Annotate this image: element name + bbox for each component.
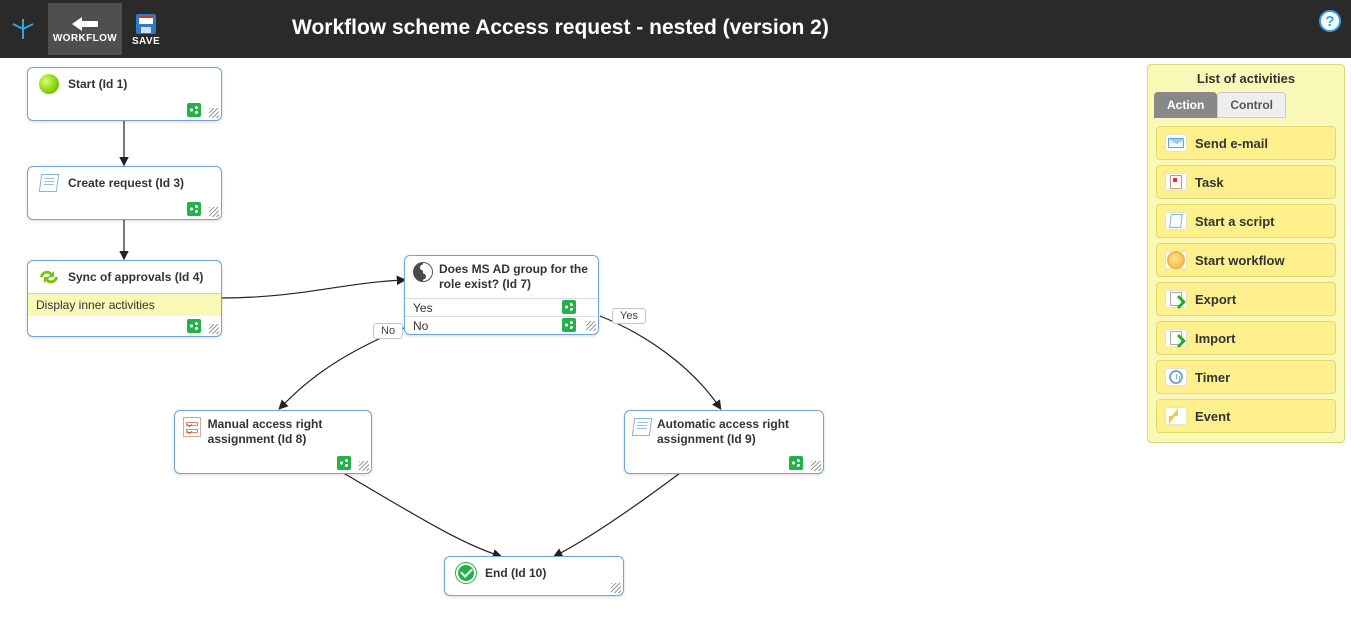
node-start-title: Start (Id 1) — [68, 77, 127, 91]
activities-sidebar: List of activities Action Control Send e… — [1147, 64, 1345, 443]
sync-icon — [36, 267, 62, 287]
activity-send-email[interactable]: Send e-mail — [1156, 126, 1336, 160]
sidebar-item-label: Import — [1195, 331, 1235, 346]
branch-yes-label: Yes — [413, 301, 433, 315]
script-icon — [1165, 212, 1187, 230]
resize-handle[interactable] — [209, 324, 219, 334]
branch-no-label: No — [413, 319, 428, 333]
share-icon[interactable] — [562, 318, 576, 332]
save-button-label: SAVE — [132, 36, 160, 47]
import-icon — [1165, 329, 1187, 347]
node-manual-access[interactable]: Manual access right assignment (Id 8) — [174, 410, 372, 474]
sidebar-item-label: Event — [1195, 409, 1230, 424]
activity-import[interactable]: Import — [1156, 321, 1336, 355]
workflow-button-label: WORKFLOW — [53, 33, 117, 44]
activity-event[interactable]: Event — [1156, 399, 1336, 433]
export-icon — [1165, 290, 1187, 308]
node-start[interactable]: Start (Id 1) — [27, 67, 222, 121]
node-auto-title: Automatic access right assignment (Id 9) — [657, 417, 815, 447]
script-icon — [633, 417, 651, 437]
node-ad-group-title: Does MS AD group for the role exist? (Id… — [439, 262, 590, 292]
activity-task[interactable]: Task — [1156, 165, 1336, 199]
branch-no-row[interactable]: No — [405, 316, 598, 334]
help-button[interactable]: ? — [1319, 10, 1341, 32]
start-icon — [36, 74, 62, 94]
node-sync-title: Sync of approvals (Id 4) — [68, 270, 203, 284]
checklist-icon — [183, 417, 202, 437]
save-button[interactable]: SAVE — [124, 3, 168, 55]
workflow-icon — [1165, 251, 1187, 269]
branch-yes-row[interactable]: Yes — [405, 298, 598, 316]
activity-start-script[interactable]: Start a script — [1156, 204, 1336, 238]
resize-handle[interactable] — [611, 583, 621, 593]
page-title: Workflow scheme Access request - nested … — [292, 16, 829, 40]
share-icon[interactable] — [789, 456, 803, 470]
edge-label-no: No — [373, 323, 403, 339]
sidebar-item-label: Start workflow — [1195, 253, 1285, 268]
node-ad-group-exists[interactable]: Does MS AD group for the role exist? (Id… — [404, 255, 599, 335]
yinyang-icon — [413, 262, 433, 282]
sidebar-item-label: Export — [1195, 292, 1236, 307]
edge-label-yes: Yes — [612, 308, 646, 324]
resize-handle[interactable] — [586, 321, 596, 331]
node-sync-approvals[interactable]: Sync of approvals (Id 4) Display inner a… — [27, 260, 222, 337]
timer-icon — [1165, 368, 1187, 386]
app-logo — [0, 16, 46, 42]
event-icon — [1165, 407, 1187, 425]
resize-handle[interactable] — [359, 461, 369, 471]
sidebar-item-label: Send e-mail — [1195, 136, 1268, 151]
tab-control[interactable]: Control — [1217, 92, 1286, 118]
share-icon[interactable] — [187, 202, 201, 216]
resize-handle[interactable] — [209, 108, 219, 118]
share-icon[interactable] — [187, 319, 201, 333]
node-create-request-title: Create request (Id 3) — [68, 176, 184, 190]
workflow-back-button[interactable]: WORKFLOW — [48, 3, 122, 55]
toolbar: WORKFLOW SAVE Workflow scheme Access req… — [0, 0, 1351, 58]
activity-timer[interactable]: Timer — [1156, 360, 1336, 394]
script-icon — [36, 173, 62, 193]
share-icon[interactable] — [187, 103, 201, 117]
node-manual-title: Manual access right assignment (Id 8) — [208, 417, 363, 447]
resize-handle[interactable] — [811, 461, 821, 471]
sidebar-title: List of activities — [1148, 65, 1344, 92]
sidebar-item-label: Timer — [1195, 370, 1230, 385]
node-automatic-access[interactable]: Automatic access right assignment (Id 9) — [624, 410, 824, 474]
activity-export[interactable]: Export — [1156, 282, 1336, 316]
task-icon — [1165, 173, 1187, 191]
node-create-request[interactable]: Create request (Id 3) — [27, 166, 222, 220]
check-icon — [453, 563, 479, 583]
share-icon[interactable] — [337, 456, 351, 470]
sidebar-tabs: Action Control — [1154, 92, 1338, 118]
mail-icon — [1165, 134, 1187, 152]
tab-action[interactable]: Action — [1154, 92, 1217, 118]
node-end-title: End (Id 10) — [485, 566, 546, 580]
resize-handle[interactable] — [209, 207, 219, 217]
sidebar-item-label: Task — [1195, 175, 1224, 190]
sidebar-item-label: Start a script — [1195, 214, 1274, 229]
node-end[interactable]: End (Id 10) — [444, 556, 624, 596]
share-icon[interactable] — [562, 300, 576, 314]
display-inner-activities-link[interactable]: Display inner activities — [28, 293, 221, 316]
activity-start-workflow[interactable]: Start workflow — [1156, 243, 1336, 277]
